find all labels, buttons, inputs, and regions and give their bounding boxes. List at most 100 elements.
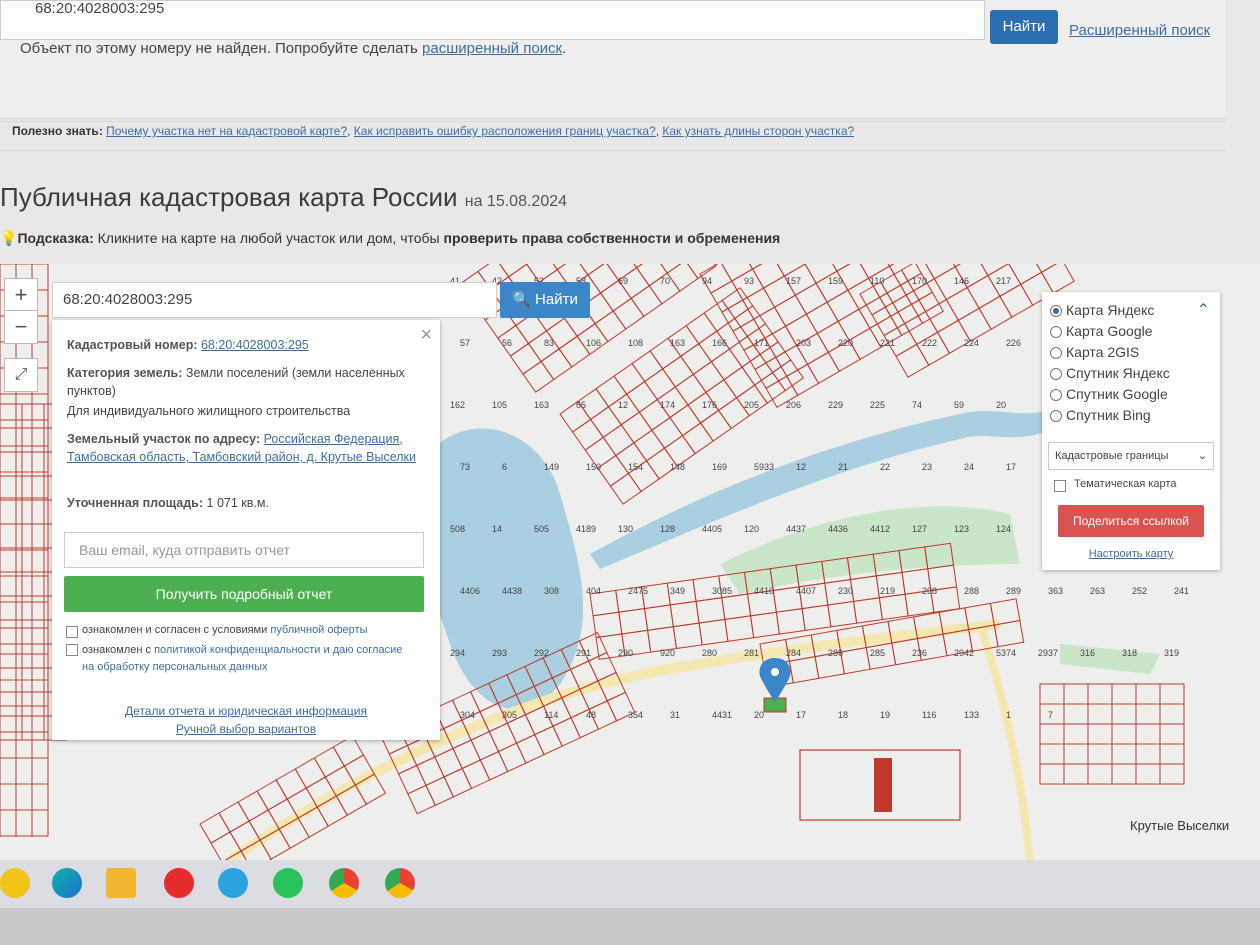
parcel[interactable]: [848, 327, 882, 361]
parcel[interactable]: [794, 282, 828, 315]
parcel[interactable]: [509, 342, 542, 375]
parcel[interactable]: [764, 325, 798, 358]
parcel[interactable]: [15, 445, 33, 473]
parcel[interactable]: [1087, 743, 1113, 765]
parcel[interactable]: [544, 264, 577, 271]
zoom-in-button[interactable]: +: [4, 278, 38, 312]
parcel[interactable]: [1159, 703, 1185, 725]
layer-radio-1[interactable]: [1050, 326, 1062, 338]
parcel[interactable]: [15, 601, 33, 629]
parcel[interactable]: [859, 281, 894, 316]
parcel[interactable]: [773, 294, 808, 327]
parcel[interactable]: [0, 715, 23, 741]
parcel[interactable]: [1028, 264, 1063, 274]
parcel[interactable]: [15, 809, 33, 837]
parcel[interactable]: [669, 600, 700, 628]
parcel[interactable]: [741, 353, 774, 386]
parcel[interactable]: [21, 523, 45, 549]
edge-icon[interactable]: [52, 868, 82, 898]
parcel[interactable]: [945, 286, 980, 322]
parcel[interactable]: [1159, 743, 1185, 765]
parcel[interactable]: [21, 619, 45, 645]
parcel[interactable]: [1063, 723, 1089, 745]
layer-radio-2[interactable]: [1050, 347, 1062, 359]
parcel[interactable]: [0, 783, 17, 811]
parcel[interactable]: [256, 779, 288, 811]
manual-selection-link[interactable]: Ручной выбор вариантов: [176, 722, 316, 736]
map-search-input[interactable]: 68:20:4028003:295: [52, 282, 497, 318]
parcel[interactable]: [0, 679, 17, 707]
parcel[interactable]: [0, 393, 17, 421]
parcel[interactable]: [31, 809, 49, 837]
parcel[interactable]: [662, 355, 695, 388]
parcel[interactable]: [31, 731, 49, 759]
parcel[interactable]: [21, 715, 45, 741]
parcel[interactable]: [630, 285, 663, 318]
parcel[interactable]: [0, 497, 17, 525]
layer-radio-4[interactable]: [1050, 389, 1062, 401]
report-details-link[interactable]: Детали отчета и юридическая информация: [125, 704, 367, 718]
parcel[interactable]: [15, 653, 33, 681]
layer-option-label[interactable]: Спутник Яндекс: [1066, 365, 1170, 381]
parcel[interactable]: [15, 575, 33, 603]
parcel[interactable]: [966, 274, 1001, 310]
parcel[interactable]: [825, 264, 859, 272]
parcel[interactable]: [754, 356, 788, 389]
parcel[interactable]: [721, 593, 752, 621]
offer-checkbox[interactable]: [66, 626, 78, 638]
parcel[interactable]: [515, 733, 545, 764]
parcel[interactable]: [0, 403, 23, 429]
parcel[interactable]: [15, 705, 33, 733]
privacy-checkbox[interactable]: [66, 644, 78, 656]
parcel[interactable]: [1111, 703, 1137, 725]
parcel[interactable]: [1135, 703, 1161, 725]
parcel[interactable]: [0, 499, 23, 525]
layer-option-label[interactable]: Карта Яндекс: [1066, 302, 1154, 318]
parcel[interactable]: [633, 429, 666, 462]
parcel[interactable]: [31, 601, 49, 629]
parcel[interactable]: [681, 422, 714, 455]
parcel[interactable]: [31, 627, 49, 655]
parcel[interactable]: [1111, 683, 1137, 705]
advanced-search-link[interactable]: Расширенный поиск: [1069, 22, 1210, 39]
parcel[interactable]: [788, 656, 820, 684]
parcel[interactable]: [975, 264, 1010, 277]
layer-radio-3[interactable]: [1050, 368, 1062, 380]
parcel[interactable]: [1039, 743, 1065, 765]
parcel[interactable]: [698, 618, 729, 646]
parcel[interactable]: [0, 547, 23, 573]
parcel[interactable]: [571, 418, 604, 451]
parcel[interactable]: [666, 264, 699, 292]
parcel[interactable]: [1063, 703, 1089, 725]
parcel[interactable]: [21, 475, 45, 501]
get-report-button[interactable]: Получить подробный отчет: [64, 576, 424, 612]
parcel[interactable]: [837, 308, 871, 341]
parcel[interactable]: [1039, 723, 1065, 745]
collapse-icon[interactable]: ⌃: [1197, 300, 1210, 320]
parcel[interactable]: [724, 615, 755, 642]
useful-link-side-lengths[interactable]: Как узнать длины сторон участка?: [662, 124, 854, 138]
parcel[interactable]: [218, 801, 250, 833]
parcel[interactable]: [1087, 723, 1113, 745]
parcel[interactable]: [15, 497, 33, 525]
file-explorer-icon[interactable]: [106, 868, 136, 898]
parcel[interactable]: [488, 722, 518, 753]
parcel[interactable]: [479, 750, 509, 781]
parcel[interactable]: [434, 747, 463, 778]
parcel[interactable]: [15, 393, 33, 421]
parcel[interactable]: [21, 643, 45, 669]
parcel[interactable]: [826, 289, 860, 322]
parcel[interactable]: [680, 342, 713, 376]
parcel[interactable]: [587, 264, 620, 294]
parcel[interactable]: [613, 362, 646, 395]
layer-option-label[interactable]: Карта Google: [1066, 323, 1153, 339]
zoom-out-button[interactable]: −: [4, 310, 38, 344]
parcel[interactable]: [602, 424, 635, 457]
parcel[interactable]: [0, 475, 23, 501]
parcel[interactable]: [1135, 723, 1161, 745]
chrome-icon[interactable]: [329, 868, 359, 898]
parcel[interactable]: [1135, 683, 1161, 705]
parcel[interactable]: [710, 348, 743, 381]
layer-option-label[interactable]: Спутник Bing: [1066, 407, 1151, 423]
share-link-button[interactable]: Поделиться ссылкой: [1058, 505, 1204, 537]
